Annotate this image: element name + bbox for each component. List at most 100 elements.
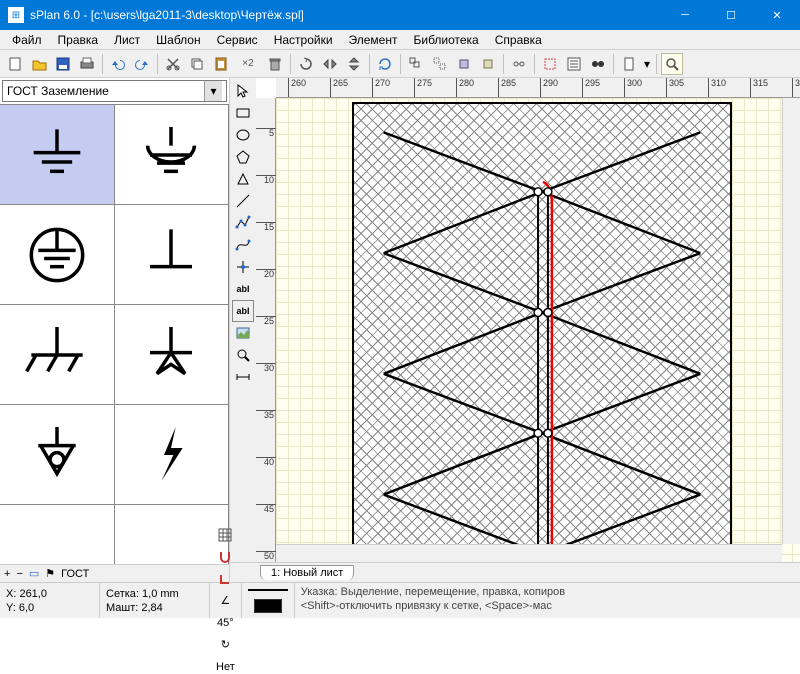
tool-zoom[interactable] [232,344,254,366]
measure-icon [235,369,251,385]
shape-icon [235,171,251,187]
mirror-v-icon [346,56,362,72]
circle-icon [235,127,251,143]
library-item[interactable] [0,105,115,205]
refresh-button[interactable] [374,53,396,75]
tool-bezier[interactable] [232,234,254,256]
library-group-value: ГОСТ Заземление [7,84,109,98]
menu-edit[interactable]: Правка [50,31,107,49]
redo-button[interactable] [131,53,153,75]
window-title: sPlan 6.0 - [c:\users\lga2011-3\desktop\… [30,8,662,22]
library-item[interactable] [115,205,230,305]
front-button[interactable] [453,53,475,75]
marquee-icon [542,56,558,72]
lib-label-icon[interactable]: ▭ [29,567,39,580]
trash-icon [267,56,283,72]
paste-button[interactable] [210,53,232,75]
group-button[interactable] [405,53,427,75]
tool-node[interactable] [232,256,254,278]
library-item[interactable] [115,305,230,405]
cut-button[interactable] [162,53,184,75]
library-item[interactable] [115,405,230,505]
menu-template[interactable]: Шаблон [148,31,208,49]
library-item[interactable] [115,105,230,205]
undo-button[interactable] [107,53,129,75]
drawing-area[interactable]: 2602652702752802852902953003053103153203… [256,78,800,562]
page-button[interactable] [618,53,640,75]
minimize-button[interactable]: ─ [662,0,708,30]
open-folder-icon [31,56,47,72]
copy-button[interactable] [186,53,208,75]
menu-file[interactable]: Файл [4,31,50,49]
antenna-drawing [354,104,730,562]
lib-add-icon[interactable]: + [4,568,10,580]
menu-element[interactable]: Элемент [341,31,406,49]
back-icon [480,56,496,72]
page-icon [621,56,637,72]
tool-circle[interactable] [232,124,254,146]
rotate-button[interactable] [295,53,317,75]
fill-color-preview[interactable] [254,599,282,613]
maximize-button[interactable]: ☐ [708,0,754,30]
line-style-preview[interactable] [248,589,288,591]
close-button[interactable]: ✕ [754,0,800,30]
duplicate-button[interactable]: ×2 [234,53,262,75]
library-group-combo[interactable]: ГОСТ Заземление ▾ [2,80,227,102]
grid-toggle[interactable] [216,528,234,542]
ground-circle-icon [22,220,92,290]
ungroup-button[interactable] [429,53,451,75]
menu-service[interactable]: Сервис [209,31,266,49]
page-dropdown[interactable]: ▾ [642,53,652,75]
tool-textbox[interactable]: abI [232,300,254,322]
rotate-icon [298,56,314,72]
ground-symbol-icon [22,120,92,190]
list-button[interactable] [563,53,585,75]
library-item[interactable] [0,205,115,305]
tool-pointer[interactable] [232,80,254,102]
open-button[interactable] [28,53,50,75]
tool-polyline[interactable] [232,212,254,234]
tool-text[interactable]: abI [232,278,254,300]
mirror-h-button[interactable] [319,53,341,75]
tool-image[interactable] [232,322,254,344]
menu-settings[interactable]: Настройки [266,31,341,49]
sheet-tab[interactable]: 1: Новый лист [260,565,354,580]
zoom-icon [235,347,251,363]
link-button[interactable] [508,53,530,75]
lib-remove-icon[interactable]: − [16,568,22,580]
snap-toggle[interactable] [216,550,234,564]
tool-measure[interactable] [232,366,254,388]
horizontal-scrollbar[interactable] [276,544,782,562]
refresh-icon [377,56,393,72]
back-button[interactable] [477,53,499,75]
menu-sheet[interactable]: Лист [106,31,148,49]
tool-special[interactable] [232,168,254,190]
vertical-scrollbar[interactable] [782,98,800,544]
lib-flag-icon[interactable]: ⚑ [45,567,55,580]
delete-button[interactable] [264,53,286,75]
toolbox: abI abI [230,78,256,562]
polyline-icon [235,215,251,231]
line-icon [235,193,251,209]
canvas[interactable] [276,98,800,562]
print-button[interactable] [76,53,98,75]
ortho-toggle[interactable] [216,572,234,586]
zoom-fit-button[interactable] [661,53,683,75]
tool-rect[interactable] [232,102,254,124]
library-item[interactable] [0,305,115,405]
new-button[interactable] [4,53,26,75]
tool-polygon[interactable] [232,146,254,168]
select-area-button[interactable] [539,53,561,75]
library-item[interactable] [0,505,115,564]
save-button[interactable] [52,53,74,75]
snap-mode-icon[interactable]: ↻ [216,638,234,652]
menu-library[interactable]: Библиотека [405,31,486,49]
tool-line[interactable] [232,190,254,212]
menu-help[interactable]: Справка [487,31,550,49]
library-item[interactable] [0,405,115,505]
save-icon [55,56,71,72]
status-hint-1: Указка: Выделение, перемещение, правка, … [301,585,794,599]
library-item[interactable] [115,505,230,564]
mirror-v-button[interactable] [343,53,365,75]
search-button[interactable] [587,53,609,75]
